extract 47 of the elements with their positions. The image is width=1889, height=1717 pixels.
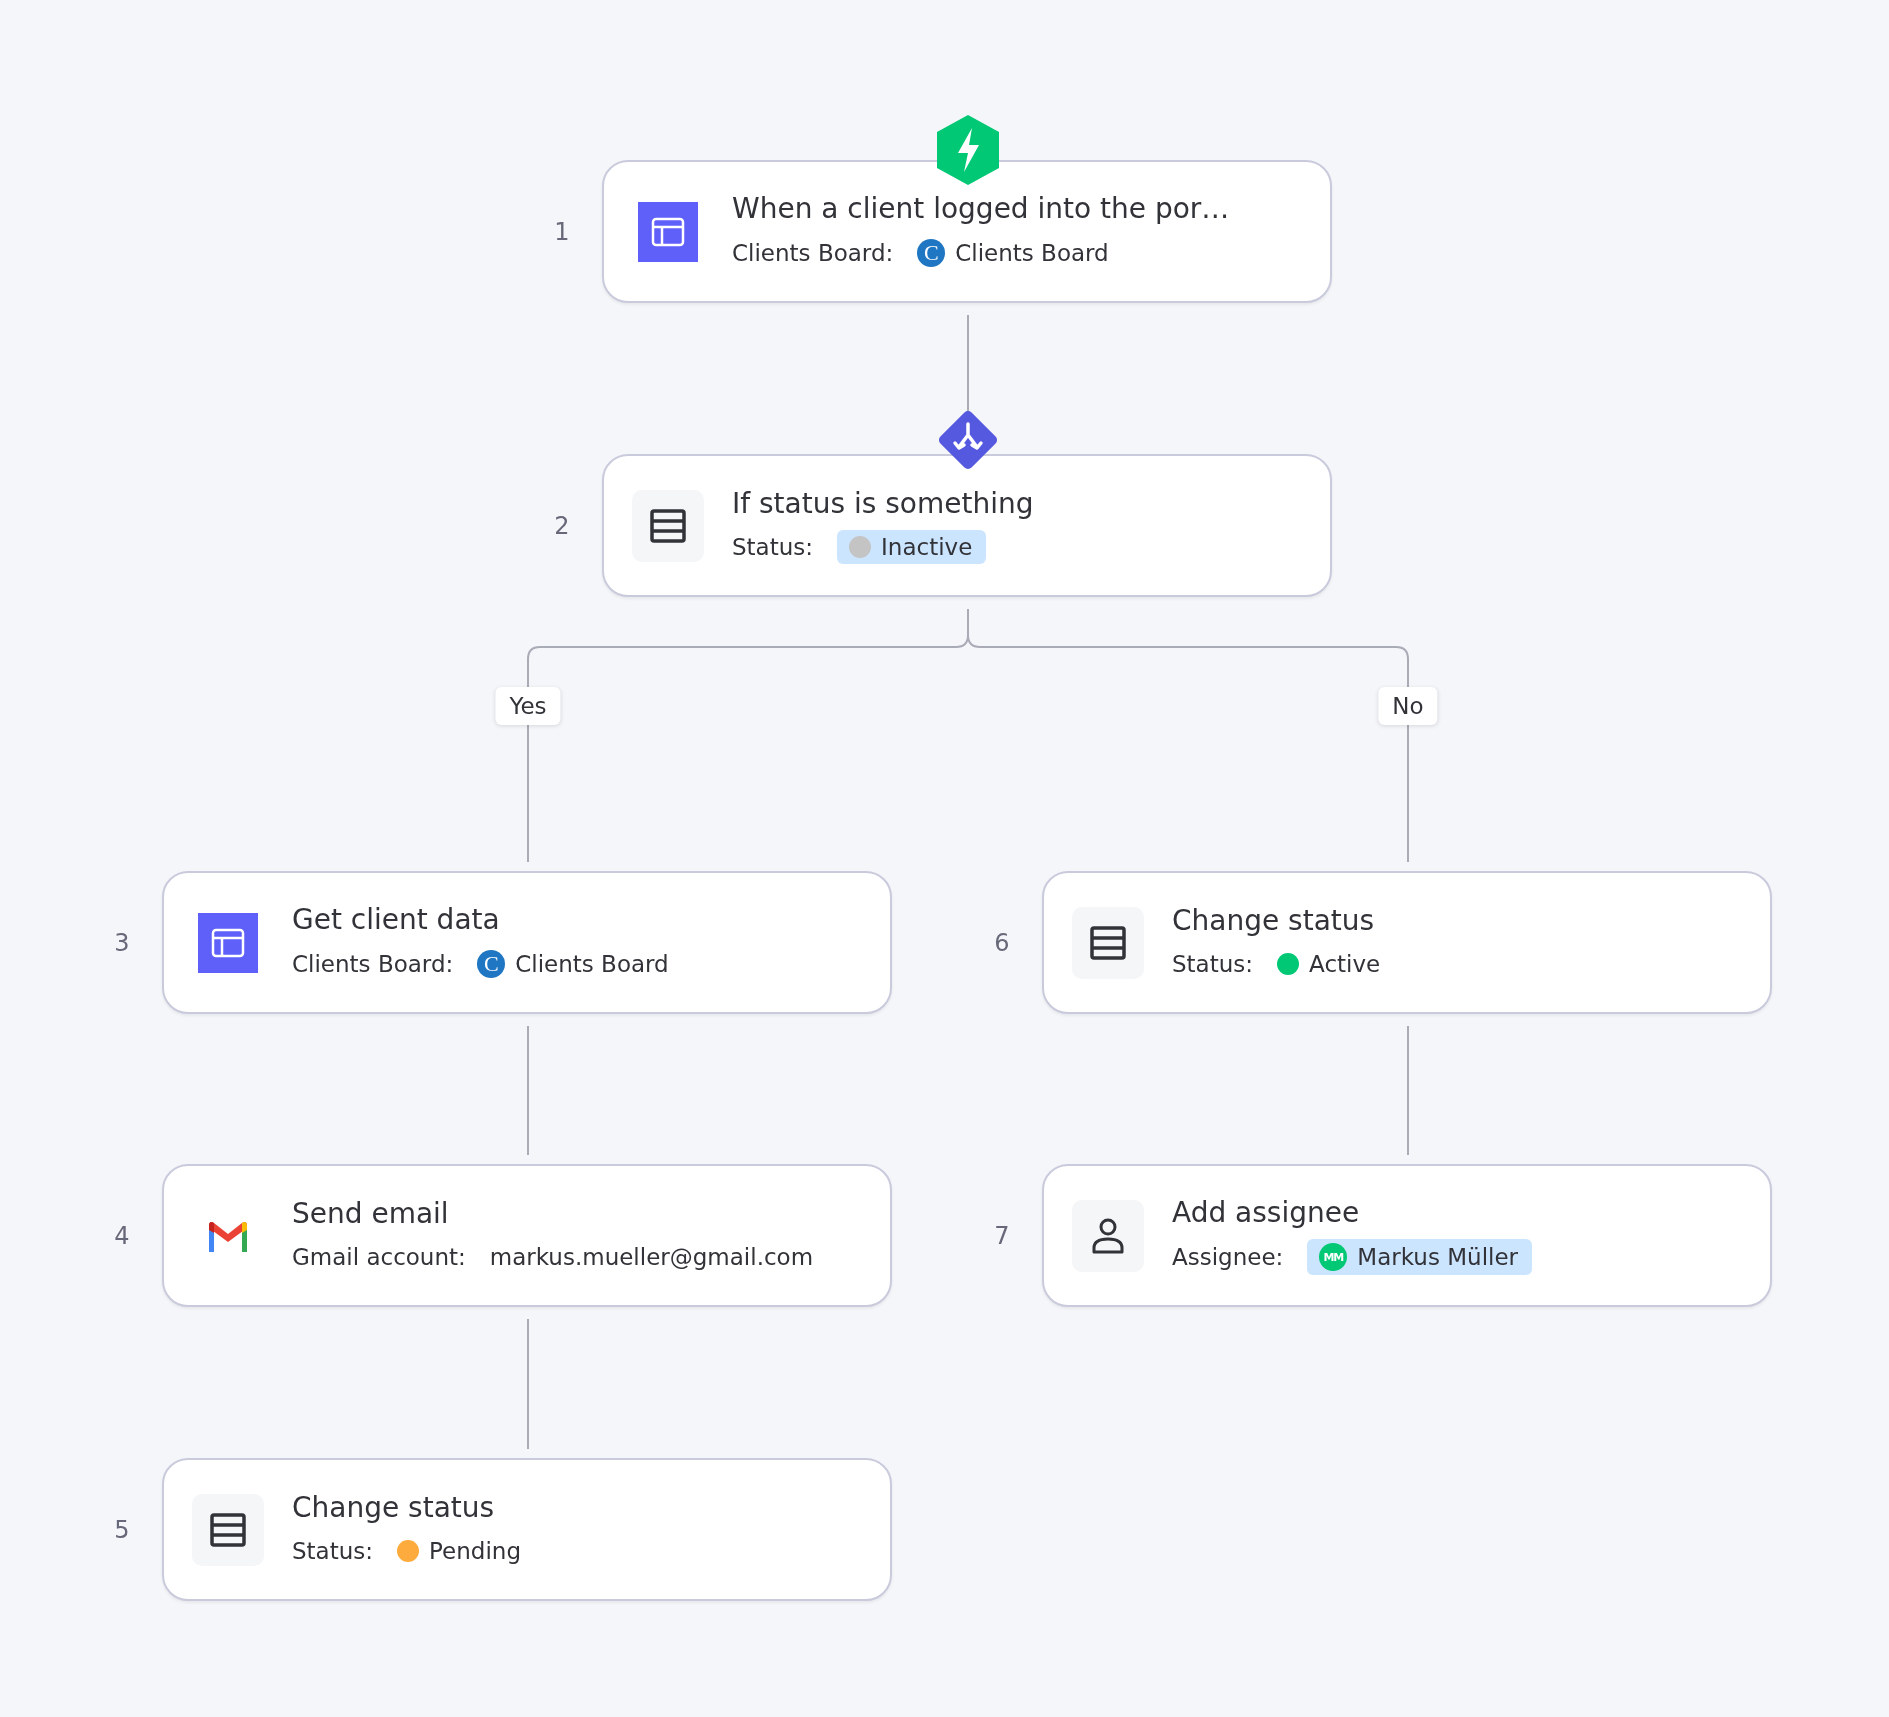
step-title: Get client data bbox=[292, 903, 501, 936]
branch-label: Yes bbox=[495, 687, 561, 725]
step-card[interactable]: Send email Gmail account: markus.mueller@gmail.com bbox=[162, 1164, 892, 1307]
field-label: Assignee: bbox=[1172, 1244, 1284, 1270]
person-icon bbox=[1072, 1199, 1144, 1272]
field-label: Clients Board: bbox=[732, 240, 894, 266]
step-card[interactable]: If status is something Status: Inactive bbox=[602, 454, 1332, 597]
field-value: markus.mueller@gmail.com bbox=[489, 1244, 814, 1270]
board-icon bbox=[638, 201, 698, 262]
step-title: When a client logged into the por… bbox=[732, 192, 1230, 225]
step-card[interactable]: Change status Status: Active bbox=[1042, 871, 1772, 1014]
field-label: Status: bbox=[292, 1538, 374, 1564]
avatar: MM bbox=[1319, 1243, 1348, 1271]
step-number: 7 bbox=[993, 1221, 1011, 1250]
branch-label: No bbox=[1378, 687, 1438, 725]
board-icon bbox=[198, 912, 258, 973]
step-number: 1 bbox=[553, 217, 571, 246]
field-value: Markus Müller bbox=[1357, 1244, 1518, 1270]
step-number: 3 bbox=[113, 928, 131, 957]
field-value: Clients Board bbox=[515, 951, 669, 977]
step-title: If status is something bbox=[732, 487, 1034, 520]
field-value: Inactive bbox=[881, 534, 973, 560]
step-title: Change status bbox=[292, 1491, 496, 1524]
field-value: Clients Board bbox=[955, 240, 1109, 266]
step-title: Change status bbox=[1172, 904, 1376, 937]
field-label: Status: bbox=[1172, 951, 1254, 977]
table-icon bbox=[1072, 906, 1144, 979]
field-label: Status: bbox=[732, 534, 814, 560]
step-card[interactable]: Get client data Clients Board: C Clients Board bbox=[162, 871, 892, 1014]
step-card[interactable]: Change status Status: Pending bbox=[162, 1458, 892, 1601]
field-label: Gmail account: bbox=[292, 1244, 466, 1270]
field-value: Active bbox=[1309, 951, 1381, 977]
field-value: Pending bbox=[429, 1538, 521, 1564]
step-number: 2 bbox=[553, 511, 571, 540]
step-number: 6 bbox=[993, 928, 1011, 957]
lightning-icon bbox=[935, 114, 1001, 186]
table-icon bbox=[192, 1493, 264, 1566]
step-card[interactable]: When a client logged into the por… Clients Board: C Clients Board bbox=[602, 160, 1332, 303]
step-card[interactable]: Add assignee Assignee: MM Markus Müller bbox=[1042, 1164, 1772, 1307]
step-number: 5 bbox=[113, 1515, 131, 1544]
field-label: Clients Board: bbox=[292, 951, 454, 977]
board-badge: C bbox=[477, 950, 506, 978]
board-badge: C bbox=[917, 239, 946, 267]
step-number: 4 bbox=[113, 1221, 131, 1250]
table-icon bbox=[632, 489, 704, 562]
step-title: Add assignee bbox=[1172, 1196, 1361, 1229]
step-title: Send email bbox=[292, 1197, 450, 1230]
